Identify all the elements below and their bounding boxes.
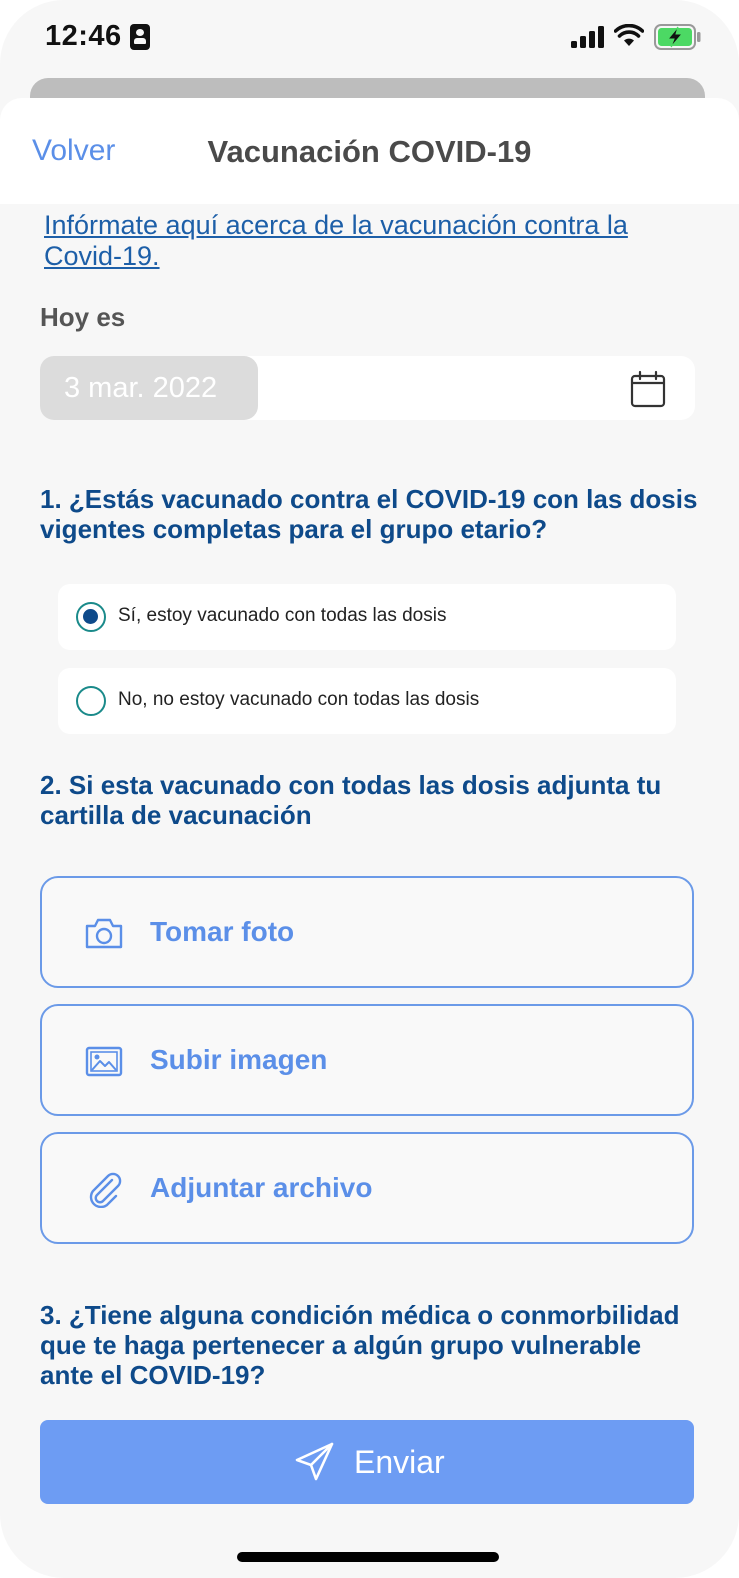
question-3: 3. ¿Tiene alguna condición médica o conm…	[40, 1300, 680, 1390]
take-photo-label: Tomar foto	[150, 916, 295, 947]
page-title: Vacunación COVID-19	[207, 134, 532, 169]
option-not-vaccinated[interactable]: No, no estoy vacunado con todas las dosi…	[58, 668, 676, 734]
option-yes-vaccinated[interactable]: Sí, estoy vacunado con todas las dosis	[58, 584, 676, 650]
radio-selected[interactable]	[76, 602, 106, 632]
date-value: 3 mar. 2022	[40, 356, 258, 420]
option-label: Sí, estoy vacunado con todas las dosis	[118, 605, 447, 626]
paperclip-icon	[89, 1172, 122, 1208]
attach-file-button[interactable]: Adjuntar archivo	[40, 1132, 694, 1244]
send-icon	[295, 1442, 334, 1481]
option-label: No, no estoy vacunado con todas las dosi…	[118, 689, 480, 710]
status-time: 12:46	[45, 20, 122, 52]
modal-header: Volver Vacunación COVID-19	[0, 98, 739, 204]
upload-image-button[interactable]: Subir imagen	[40, 1004, 694, 1116]
image-icon	[85, 1046, 123, 1077]
calendar-icon[interactable]	[630, 370, 666, 408]
wifi-icon	[614, 24, 644, 46]
attach-file-label: Adjuntar archivo	[150, 1172, 373, 1203]
take-photo-button[interactable]: Tomar foto	[40, 876, 694, 988]
question-2: 2. Si esta vacunado con todas las dosis …	[40, 770, 662, 830]
home-indicator	[237, 1552, 499, 1562]
camera-icon	[85, 918, 123, 949]
question-1: 1. ¿Estás vacunado contra el COVID-19 co…	[40, 484, 698, 544]
phone-screen: 12:46 Volver Vacunación COVID-19 Infórma…	[0, 0, 739, 1578]
status-bar: 12:46	[0, 0, 739, 80]
id-card-icon	[130, 24, 150, 50]
upload-image-label: Subir imagen	[150, 1044, 328, 1075]
submit-label: Enviar	[354, 1444, 445, 1480]
covid-info-link[interactable]: Infórmate aquí acerca de la vacunación c…	[44, 210, 704, 272]
today-label: Hoy es	[40, 302, 126, 332]
submit-button[interactable]: Enviar	[40, 1420, 694, 1504]
battery-charging-icon	[654, 24, 701, 50]
cellular-signal-icon	[571, 26, 604, 48]
radio-unselected[interactable]	[76, 686, 106, 716]
date-field[interactable]: 3 mar. 2022	[40, 356, 695, 420]
